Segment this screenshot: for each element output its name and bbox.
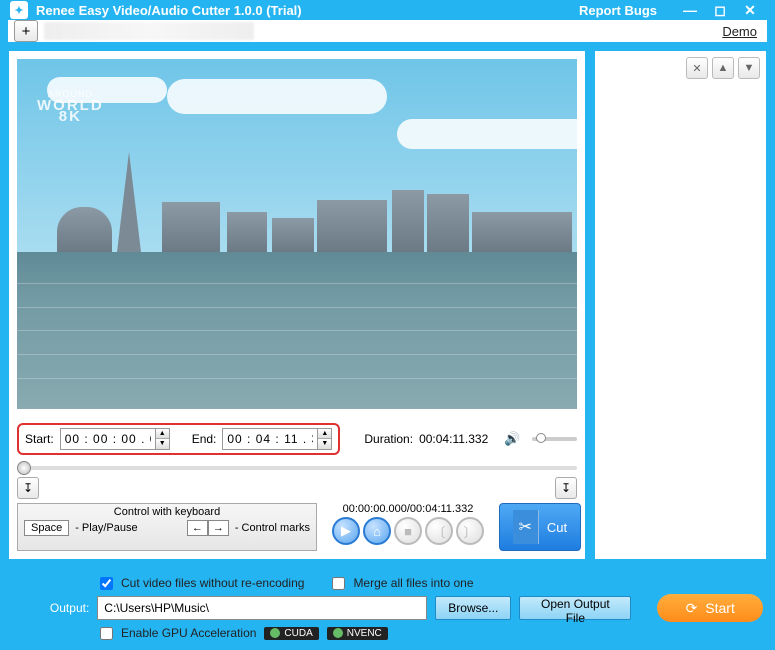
end-label: End: [192,432,217,446]
refresh-icon: ⟳ [686,600,698,617]
mark-out-round-button[interactable]: 〕 [456,517,484,545]
right-pane: ✕ ▲ ▼ [594,50,767,560]
mark-in-round-button[interactable]: 〔 [425,517,453,545]
close-button[interactable]: ✕ [735,2,765,19]
play-button[interactable]: ▶ [332,517,360,545]
start-button[interactable]: ⟳ Start [657,594,763,622]
main-body: AROUND WORLD 8K Start: ▲▼ End: ▲▼ [0,42,775,568]
end-time-spinner[interactable]: ▲▼ [222,428,332,450]
reencode-label: Cut video files without re-encoding [121,576,304,590]
start-end-highlight: Start: ▲▼ End: ▲▼ [17,423,340,455]
add-file-button[interactable]: + [14,20,38,42]
gpu-checkbox[interactable] [100,627,113,640]
seek-bar[interactable] [17,461,577,475]
home-button[interactable]: ⌂ [363,517,391,545]
end-time-input[interactable] [223,432,317,446]
video-preview[interactable]: AROUND WORLD 8K [17,59,577,409]
start-time-input[interactable] [61,432,155,446]
duration-value: 00:04:11.332 [419,432,488,446]
merge-checkbox[interactable] [332,577,345,590]
video-watermark: AROUND WORLD 8K [37,89,104,122]
stop-button[interactable]: ■ [394,517,422,545]
end-down-button[interactable]: ▼ [318,439,331,449]
nvenc-badge: NVENC [327,627,388,640]
start-up-button[interactable]: ▲ [156,429,169,439]
merge-label: Merge all files into one [353,576,473,590]
output-path-input[interactable] [97,596,427,620]
segment-up-button[interactable]: ▲ [712,57,734,79]
time-row: Start: ▲▼ End: ▲▼ Duration: 00:04:11.332… [17,423,577,455]
control-row: Control with keyboard Space - Play/Pause… [17,503,577,551]
report-bugs-link[interactable]: Report Bugs [579,3,657,18]
demo-link[interactable]: Demo [722,24,757,39]
start-down-button[interactable]: ▼ [156,439,169,449]
playback-panel: 00:00:00.000/00:04:11.332 ▶ ⌂ ■ 〔 〕 [323,503,493,551]
open-output-button[interactable]: Open Output File [519,596,631,620]
titlebar: ✦ Renee Easy Video/Audio Cutter 1.0.0 (T… [0,0,775,20]
minimize-button[interactable]: ― [675,2,705,18]
start-label: Start: [25,432,54,446]
duration-label: Duration: [364,432,413,446]
space-key: Space [24,520,69,536]
window-title: Renee Easy Video/Audio Cutter 1.0.0 (Tri… [36,3,302,18]
right-key: → [208,520,229,536]
file-path-blurred [44,22,254,40]
footer: Cut video files without re-encoding Merg… [0,568,775,650]
start-time-spinner[interactable]: ▲▼ [60,428,170,450]
mark-out-button[interactable]: ↧ [555,477,577,499]
app-logo-icon: ✦ [10,1,28,19]
app-window: ✦ Renee Easy Video/Audio Cutter 1.0.0 (T… [0,0,775,650]
volume-icon[interactable]: 🔊 [504,431,520,447]
segment-down-button[interactable]: ▼ [738,57,760,79]
seek-thumb[interactable] [17,461,31,475]
space-desc: - Play/Pause [75,522,137,534]
segment-remove-button[interactable]: ✕ [686,57,708,79]
start-label: Start [705,600,735,616]
volume-slider[interactable] [532,437,577,441]
gpu-label: Enable GPU Acceleration [121,626,256,640]
cuda-badge: CUDA [264,627,318,640]
end-up-button[interactable]: ▲ [318,429,331,439]
scissors-icon: ✂ [513,510,539,544]
browse-button[interactable]: Browse... [435,596,511,620]
keyboard-panel: Control with keyboard Space - Play/Pause… [17,503,317,551]
cut-button[interactable]: ✂ Cut [499,503,581,551]
cut-label: Cut [547,520,567,535]
playback-position: 00:00:00.000/00:04:11.332 [343,503,474,515]
toolbar: + Demo [8,20,767,42]
arrows-desc: - Control marks [235,522,310,534]
keyboard-title: Control with keyboard [114,506,220,518]
reencode-checkbox[interactable] [100,577,113,590]
left-key: ← [187,520,208,536]
mark-in-button[interactable]: ↧ [17,477,39,499]
left-pane: AROUND WORLD 8K Start: ▲▼ End: ▲▼ [8,50,586,560]
maximize-button[interactable]: ◻ [705,2,735,19]
output-label: Output: [12,601,89,615]
